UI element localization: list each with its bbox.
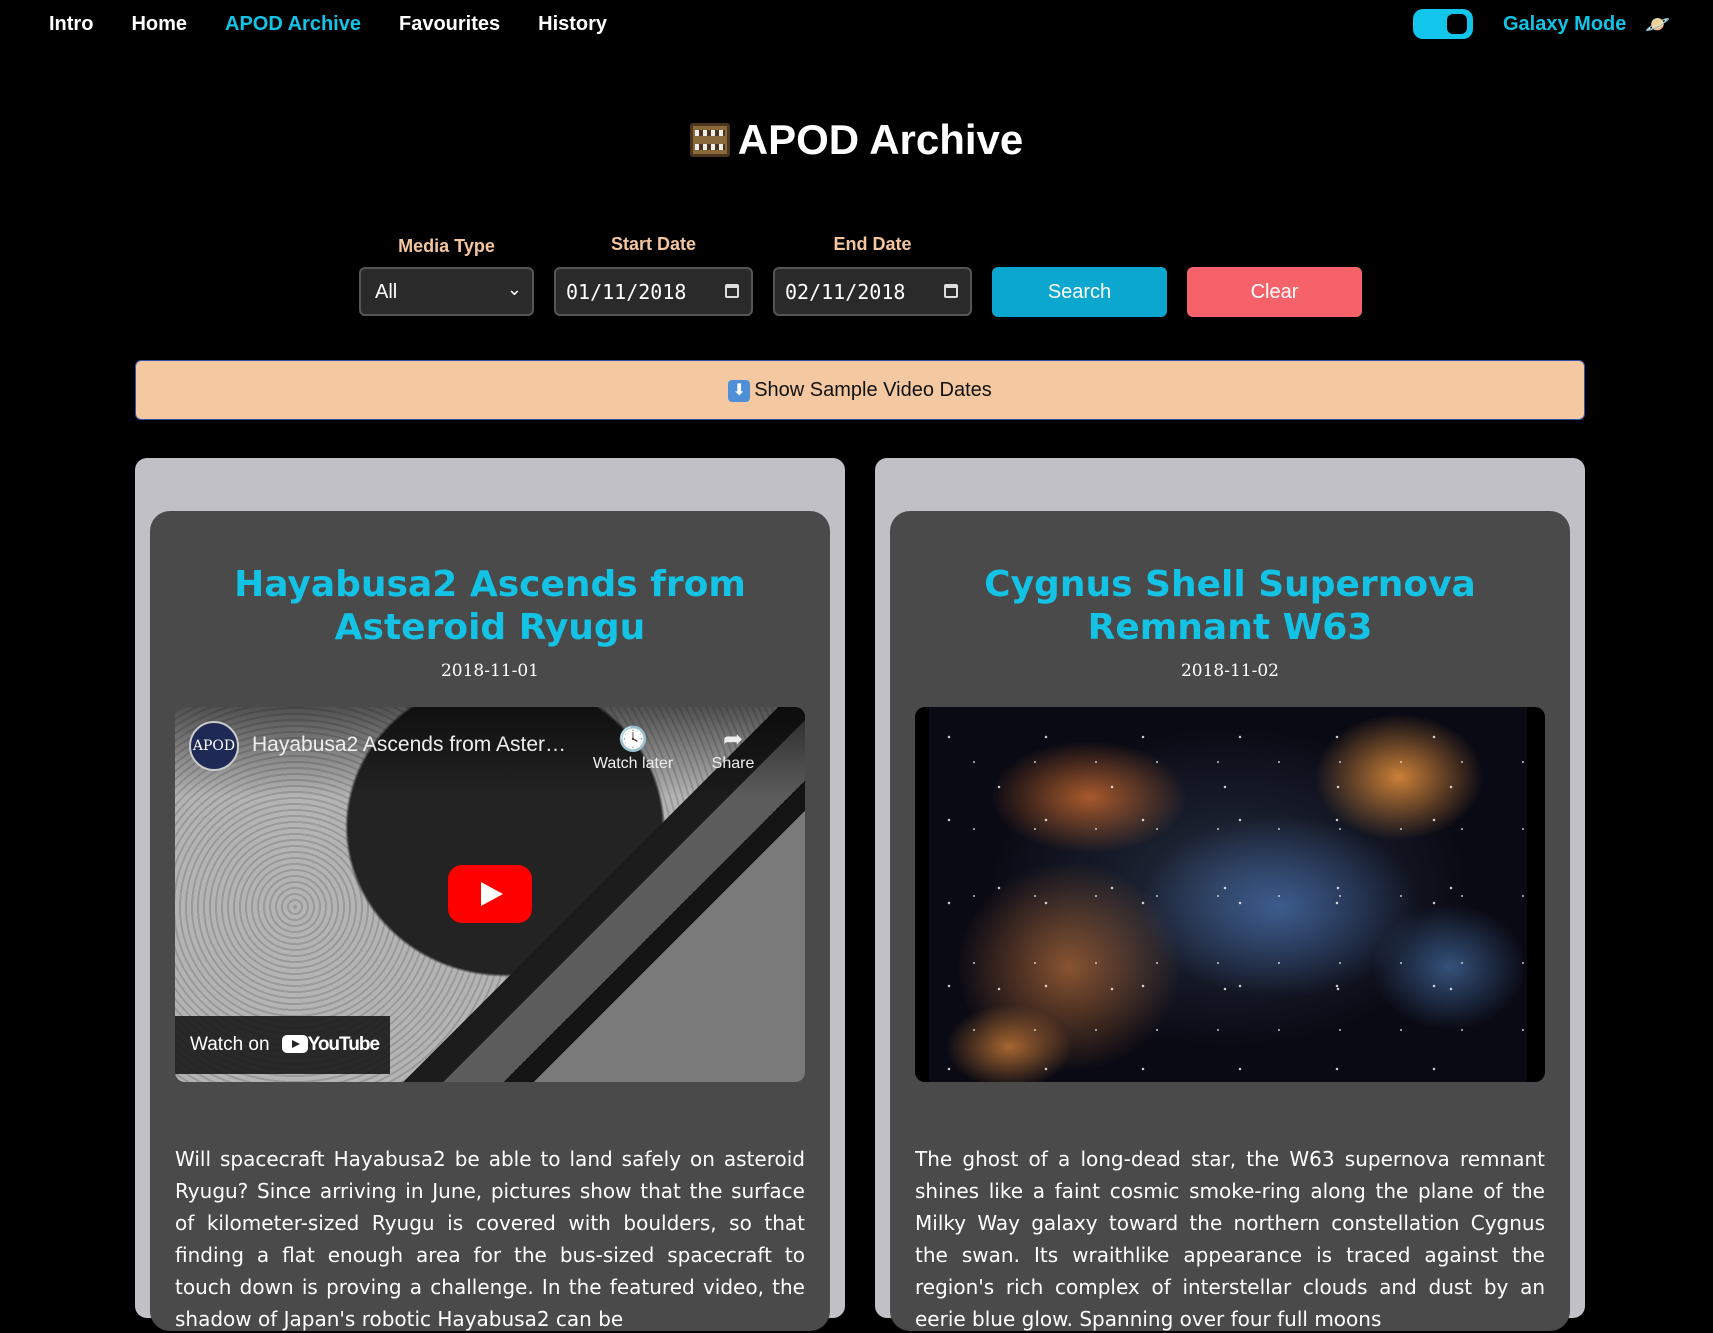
top-nav: Intro Home APOD Archive Favourites Histo… [0, 0, 1713, 50]
chevron-down-icon: ⌄ [506, 279, 522, 299]
apod-card: Hayabusa2 Ascends from Asteroid Ryugu 20… [135, 458, 845, 1331]
card-description: Will spacecraft Hayabusa2 be able to lan… [175, 1147, 805, 1331]
media-type-value: All [375, 281, 398, 303]
video-title[interactable]: Hayabusa2 Ascends from Aster… [252, 733, 566, 757]
nav-link-history[interactable]: History [538, 13, 607, 36]
card-title: Cygnus Shell Supernova Remnant W63 [984, 564, 1476, 648]
nav-link-intro[interactable]: Intro [49, 13, 93, 36]
end-date-value: 02/11/2018 [785, 280, 906, 304]
share-arrow-icon: ➦ [722, 726, 744, 753]
card-title: Hayabusa2 Ascends from Asteroid Ryugu [234, 564, 746, 648]
watch-later-button[interactable]: 🕓 Watch later [583, 725, 683, 773]
clear-button[interactable]: Clear [1187, 267, 1362, 317]
apod-image[interactable] [915, 707, 1545, 1082]
toggle-knob [1447, 14, 1467, 34]
watch-on-youtube-link[interactable]: Watch on YouTube [175, 1016, 390, 1074]
channel-logo[interactable]: APOD [189, 721, 239, 771]
film-frames-icon [689, 123, 730, 157]
media-type-label: Media Type [398, 236, 495, 256]
nebula-photo [929, 707, 1527, 1082]
end-date-input[interactable]: 02/11/2018 [773, 267, 972, 316]
play-button[interactable] [448, 865, 532, 923]
sample-bar-label: Show Sample Video Dates [754, 379, 992, 401]
start-date-input[interactable]: 01/11/2018 [554, 267, 753, 316]
page-title: APOD Archive [0, 116, 1713, 164]
apod-card-body: Cygnus Shell Supernova Remnant W63 2018-… [890, 511, 1570, 1331]
clock-icon: 🕓 [618, 726, 648, 753]
search-button[interactable]: Search [992, 267, 1167, 317]
share-label: Share [711, 755, 755, 772]
down-arrow-icon: ⬇ [728, 380, 751, 402]
apod-card-body: Hayabusa2 Ascends from Asteroid Ryugu 20… [150, 511, 830, 1331]
page-title-text: APOD Archive [737, 116, 1024, 163]
nav-link-apod-archive[interactable]: APOD Archive [225, 13, 361, 36]
saturn-icon: 🪐 [1645, 14, 1670, 36]
galaxy-mode-label: Galaxy Mode [1503, 13, 1627, 35]
start-date-label: Start Date [610, 234, 697, 254]
card-date: 2018-11-01 [440, 661, 539, 681]
watch-later-label: Watch later [592, 755, 674, 772]
youtube-logo-icon [281, 1035, 308, 1053]
show-sample-video-dates-button[interactable]: ⬇ Show Sample Video Dates [135, 360, 1585, 420]
card-description: The ghost of a long-dead star, the W63 s… [915, 1147, 1545, 1331]
calendar-icon[interactable] [725, 284, 739, 298]
youtube-wordmark: YouTube [307, 1034, 380, 1055]
nav-link-favourites[interactable]: Favourites [399, 13, 500, 36]
media-type-select[interactable]: All ⌄ [359, 267, 534, 316]
start-date-value: 01/11/2018 [566, 280, 687, 304]
youtube-video-player[interactable]: APOD Hayabusa2 Ascends from Aster… 🕓 Wat… [175, 707, 805, 1082]
watch-on-label: Watch on [190, 1034, 270, 1055]
end-date-label: End Date [833, 234, 912, 254]
share-button[interactable]: ➦ Share [683, 725, 783, 773]
nav-links: Intro Home APOD Archive Favourites Histo… [49, 13, 607, 36]
calendar-icon[interactable] [944, 284, 958, 298]
apod-card: Cygnus Shell Supernova Remnant W63 2018-… [875, 458, 1585, 1331]
nav-link-home[interactable]: Home [131, 13, 187, 36]
card-date: 2018-11-02 [1180, 661, 1279, 681]
galaxy-mode-toggle[interactable] [1413, 9, 1473, 39]
